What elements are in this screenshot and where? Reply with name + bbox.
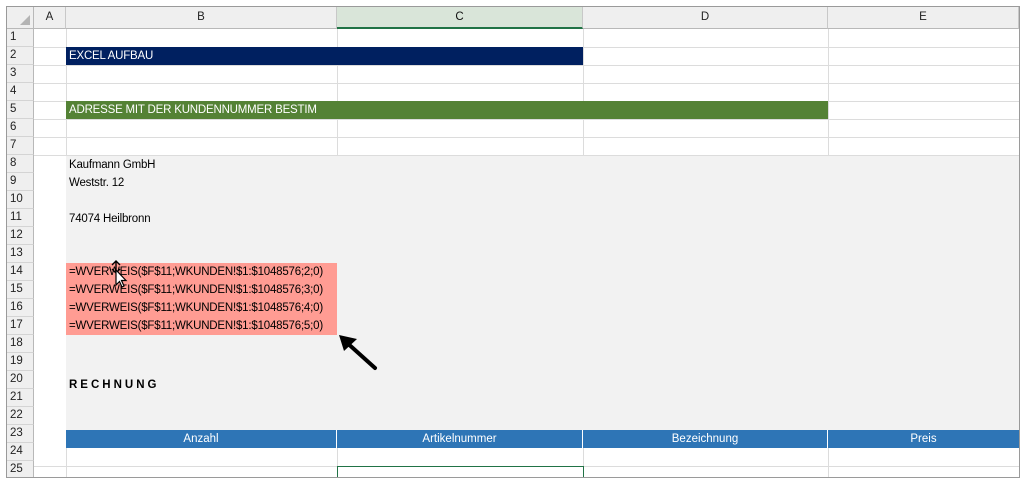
spreadsheet-window: A B C D E 1 2 3 4 5 6 7 8 9 10 11 12 13 … — [6, 6, 1020, 478]
row-header[interactable]: 7 — [7, 137, 34, 155]
column-header-d[interactable]: D — [583, 7, 828, 29]
table-header-description[interactable]: Bezeichnung — [583, 430, 828, 448]
row-header[interactable]: 23 — [7, 425, 34, 443]
grid-line — [34, 83, 1019, 84]
row-header[interactable]: 6 — [7, 119, 34, 137]
row-header[interactable]: 21 — [7, 389, 34, 407]
row-header[interactable]: 1 — [7, 29, 34, 47]
table-header-article-number[interactable]: Artikelnummer — [337, 430, 583, 448]
cell-b8-company[interactable]: Kaufmann GmbH — [69, 157, 155, 174]
selected-cell-c25[interactable] — [337, 466, 584, 477]
row-header[interactable]: 5 — [7, 101, 34, 119]
row-header[interactable]: 10 — [7, 191, 34, 209]
row-header[interactable]: 25 — [7, 461, 34, 477]
column-header-b[interactable]: B — [66, 7, 337, 29]
column-header-c[interactable]: C — [337, 7, 583, 29]
grid-line — [66, 448, 67, 477]
table-header-quantity[interactable]: Anzahl — [66, 430, 337, 448]
row-header[interactable]: 17 — [7, 317, 34, 335]
row-header[interactable]: 18 — [7, 335, 34, 353]
grid-line — [34, 137, 1019, 138]
grid-line — [828, 448, 829, 477]
column-header-e[interactable]: E — [828, 7, 1019, 29]
row-header[interactable]: 24 — [7, 443, 34, 461]
select-all-icon — [20, 15, 30, 25]
grid-line — [34, 65, 1019, 66]
row-header[interactable]: 16 — [7, 299, 34, 317]
row-header[interactable]: 9 — [7, 173, 34, 191]
cell-b11-city[interactable]: 74074 Heilbronn — [69, 211, 151, 228]
row-header[interactable]: 20 — [7, 371, 34, 389]
move-cursor-icon — [111, 260, 128, 288]
column-header-a[interactable]: A — [34, 7, 66, 29]
annotation-arrow-icon — [339, 335, 377, 370]
title-banner[interactable]: EXCEL AUFBAU — [66, 47, 583, 65]
cell-b17-formula[interactable]: =WVERWEIS($F$11;WKUNDEN!$1:$1048576;5;0) — [69, 318, 323, 335]
grid-line — [34, 119, 1019, 120]
table-header-price[interactable]: Preis — [828, 430, 1019, 448]
row-header[interactable]: 4 — [7, 83, 34, 101]
row-header[interactable]: 11 — [7, 209, 34, 227]
row-header[interactable]: 3 — [7, 65, 34, 83]
row-header[interactable]: 13 — [7, 245, 34, 263]
cell-b9-street[interactable]: Weststr. 12 — [69, 175, 124, 192]
select-all-corner[interactable] — [7, 7, 34, 29]
row-header[interactable]: 22 — [7, 407, 34, 425]
row-header[interactable]: 19 — [7, 353, 34, 371]
row-header[interactable]: 2 — [7, 47, 34, 65]
row-header[interactable]: 14 — [7, 263, 34, 281]
cell-b16-formula[interactable]: =WVERWEIS($F$11;WKUNDEN!$1:$1048576;4;0) — [69, 300, 323, 317]
section-banner[interactable]: ADRESSE MIT DER KUNDENNUMMER BESTIM — [66, 101, 828, 119]
row-header[interactable]: 12 — [7, 227, 34, 245]
row-header[interactable]: 15 — [7, 281, 34, 299]
grid-line — [34, 155, 1019, 156]
cell-b20-invoice-heading[interactable]: RECHNUNG — [69, 377, 159, 394]
row-header[interactable]: 8 — [7, 155, 34, 173]
